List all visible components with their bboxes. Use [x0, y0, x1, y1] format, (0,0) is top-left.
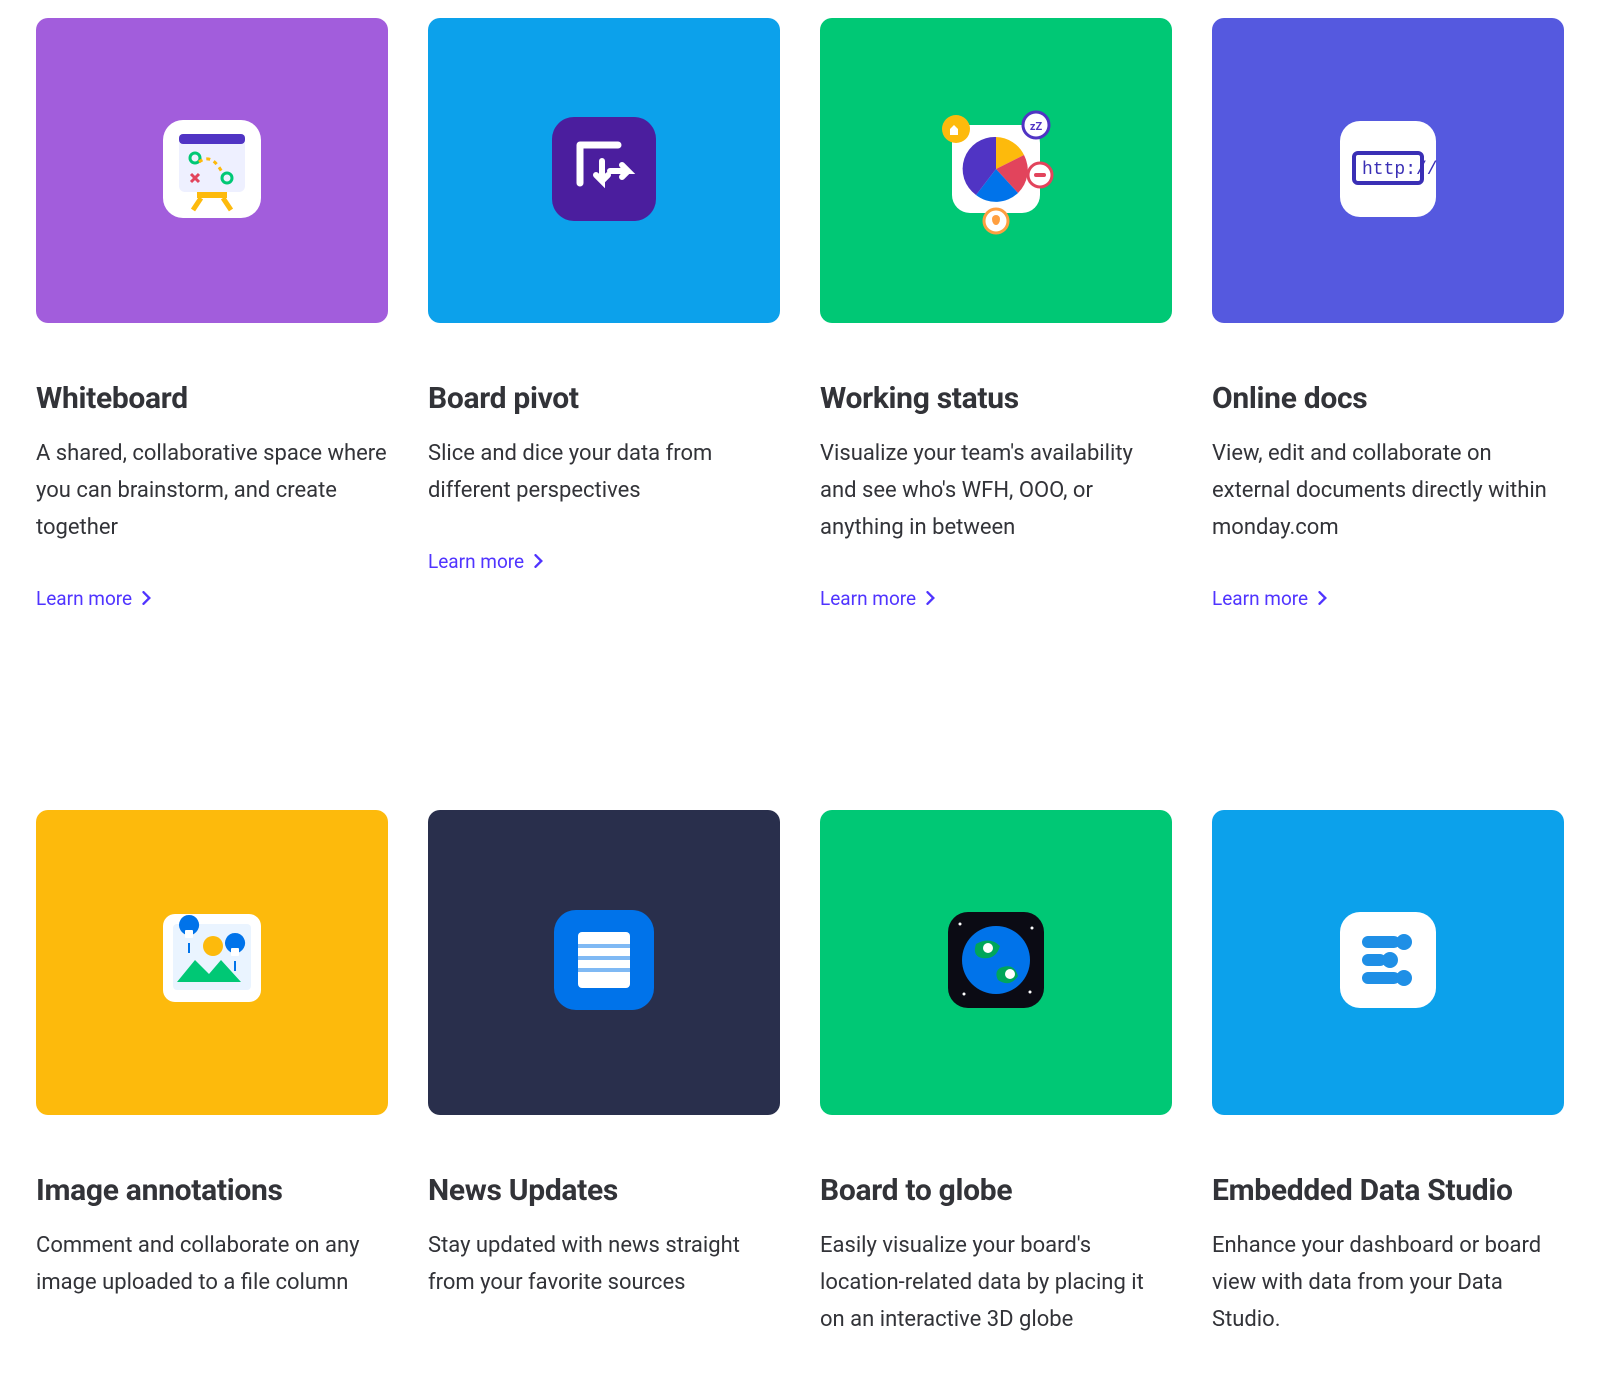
online-docs-icon: http://: [1336, 117, 1440, 225]
card-title: Whiteboard: [36, 381, 388, 416]
chevron-right-icon: [142, 587, 152, 610]
tile-embedded-data-studio: [1212, 810, 1564, 1115]
card-desc: Enhance your dashboard or board view wit…: [1212, 1228, 1564, 1339]
chevron-right-icon: [926, 587, 936, 610]
card-desc: Slice and dice your data from different …: [428, 436, 780, 510]
learn-more-label: Learn more: [1212, 587, 1308, 610]
learn-more-label: Learn more: [428, 550, 524, 573]
card-working-status[interactable]: zZ Working status Visualize your team's …: [820, 18, 1172, 610]
card-title: Image annotations: [36, 1173, 388, 1208]
learn-more-link[interactable]: Learn more: [1212, 587, 1564, 610]
svg-text:http://: http://: [1362, 160, 1438, 180]
svg-text:zZ: zZ: [1030, 120, 1043, 133]
board-pivot-icon: [552, 117, 656, 225]
card-board-pivot[interactable]: Board pivot Slice and dice your data fro…: [428, 18, 780, 610]
card-desc: Comment and collaborate on any image upl…: [36, 1228, 388, 1302]
learn-more-link[interactable]: Learn more: [428, 550, 780, 573]
card-title: News Updates: [428, 1173, 780, 1208]
card-embedded-data-studio[interactable]: Embedded Data Studio Enhance your dashbo…: [1212, 810, 1564, 1379]
card-board-to-globe[interactable]: Board to globe Easily visualize your boa…: [820, 810, 1172, 1379]
news-updates-icon: [554, 910, 654, 1014]
card-title: Online docs: [1212, 381, 1564, 416]
card-whiteboard[interactable]: Whiteboard A shared, collaborative space…: [36, 18, 388, 610]
chevron-right-icon: [1318, 587, 1328, 610]
board-to-globe-icon: [944, 908, 1048, 1016]
card-desc: Stay updated with news straight from you…: [428, 1228, 780, 1302]
card-desc: A shared, collaborative space where you …: [36, 436, 388, 547]
tile-online-docs: http://: [1212, 18, 1564, 323]
card-desc: View, edit and collaborate on external d…: [1212, 436, 1564, 547]
card-online-docs[interactable]: http:// Online docs View, edit and colla…: [1212, 18, 1564, 610]
card-title: Embedded Data Studio: [1212, 1173, 1564, 1208]
tile-board-to-globe: [820, 810, 1172, 1115]
whiteboard-icon: [157, 114, 267, 228]
learn-more-label: Learn more: [820, 587, 916, 610]
card-title: Working status: [820, 381, 1172, 416]
embedded-data-studio-icon: [1336, 908, 1440, 1016]
tile-image-annotations: [36, 810, 388, 1115]
card-title: Board to globe: [820, 1173, 1172, 1208]
image-annotations-icon: [157, 908, 267, 1016]
card-news-updates[interactable]: News Updates Stay updated with news stra…: [428, 810, 780, 1379]
tile-working-status: zZ: [820, 18, 1172, 323]
working-status-icon: zZ: [926, 99, 1066, 243]
chevron-right-icon: [534, 550, 544, 573]
card-desc: Easily visualize your board's location-r…: [820, 1228, 1172, 1339]
tile-news-updates: [428, 810, 780, 1115]
learn-more-link[interactable]: Learn more: [36, 587, 388, 610]
card-title: Board pivot: [428, 381, 780, 416]
tile-whiteboard: [36, 18, 388, 323]
card-desc: Visualize your team's availability and s…: [820, 436, 1172, 547]
card-image-annotations[interactable]: Image annotations Comment and collaborat…: [36, 810, 388, 1379]
learn-more-label: Learn more: [36, 587, 132, 610]
tile-board-pivot: [428, 18, 780, 323]
feature-grid: Whiteboard A shared, collaborative space…: [36, 18, 1564, 1379]
learn-more-link[interactable]: Learn more: [820, 587, 1172, 610]
